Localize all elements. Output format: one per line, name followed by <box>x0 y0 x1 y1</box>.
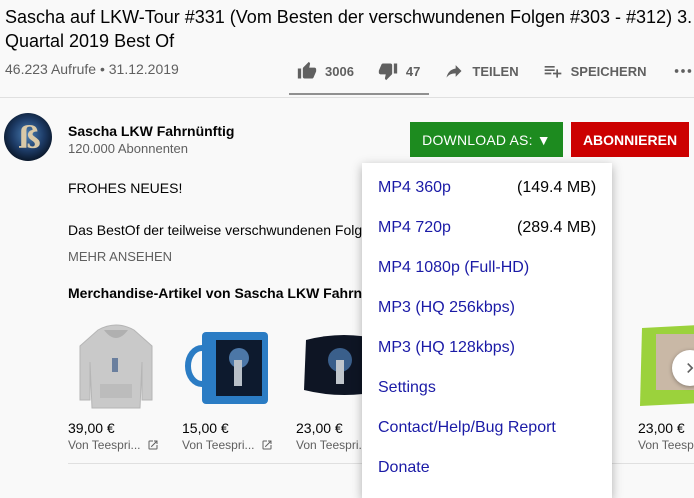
merch-vendor-label: Von Teespri... <box>296 438 369 452</box>
merch-item-hoodie[interactable]: 39,00 € Von Teespri... <box>68 316 164 452</box>
merch-vendor-label: Von Teespri... <box>182 438 255 452</box>
menu-item-mp3-128[interactable]: MP3 (HQ 128kbps) <box>378 339 515 357</box>
merch-shelf-title: Merchandise-Artikel von Sascha LKW Fahrn… <box>68 285 401 301</box>
share-label: TEILEN <box>472 63 519 79</box>
merch-item-mug[interactable]: 15,00 € Von Teespri... <box>182 316 278 452</box>
more-horiz-icon <box>675 69 692 73</box>
merch-price: 15,00 € <box>182 420 229 436</box>
like-button[interactable]: 3006 <box>297 61 354 81</box>
download-menu: MP4 360p (149.4 MB) MP4 720p (289.4 MB) … <box>362 163 612 498</box>
menu-item-mp3-256[interactable]: MP3 (HQ 256kbps) <box>378 299 515 317</box>
channel-avatar[interactable]: ß <box>4 113 52 161</box>
merch-vendor[interactable]: Von Teespri... <box>638 438 694 452</box>
external-link-icon <box>148 440 157 450</box>
chevron-right-icon <box>687 363 694 373</box>
menu-item-mp4-360p[interactable]: MP4 360p <box>378 179 451 197</box>
menu-item-donate[interactable]: Donate <box>378 459 430 477</box>
menu-item-contact-help[interactable]: Contact/Help/Bug Report <box>378 419 556 437</box>
subscribe-button[interactable]: ABONNIEREN <box>571 122 689 157</box>
menu-item-settings[interactable]: Settings <box>378 379 436 397</box>
share-button[interactable]: TEILEN <box>444 61 519 81</box>
merch-vendor[interactable]: Von Teespri... <box>68 438 159 452</box>
action-bar: 3006 47 TEILEN SPEICHERN <box>297 58 694 84</box>
description-line-1: FROHES NEUES! <box>68 180 183 196</box>
merch-price: 39,00 € <box>68 420 115 436</box>
menu-item-mp4-1080p[interactable]: MP4 1080p (Full-HD) <box>378 259 529 277</box>
save-button[interactable]: SPEICHERN <box>543 61 647 81</box>
share-arrow-icon <box>446 65 462 78</box>
external-link-icon <box>262 440 271 450</box>
merch-price: 23,00 € <box>296 420 343 436</box>
thumbs-down-icon <box>378 63 398 81</box>
views-and-date: 46.223 Aufrufe • 31.12.2019 <box>5 61 179 77</box>
subscriber-count: 120.000 Abonnenten <box>68 141 189 156</box>
video-title: Sascha auf LKW-Tour #331 (Vom Besten der… <box>5 7 693 51</box>
merch-vendor-label: Von Teespri... <box>68 438 141 452</box>
menu-item-mp4-720p[interactable]: MP4 720p <box>378 219 451 237</box>
show-more-link[interactable]: MEHR ANSEHEN <box>68 249 172 264</box>
more-actions-button[interactable] <box>672 60 694 82</box>
like-ratio-bar <box>289 93 429 95</box>
dislike-count: 47 <box>405 63 421 79</box>
hoodie-image <box>68 316 164 412</box>
playlist-add-icon <box>544 66 561 78</box>
section-divider <box>0 97 694 98</box>
file-size-mp4-360p: (149.4 MB) <box>517 179 597 196</box>
mug-image <box>182 316 278 412</box>
channel-name[interactable]: Sascha LKW Fahrnünftig <box>68 123 234 139</box>
description-line-2: Das BestOf der teilweise verschwundenen … <box>68 222 378 238</box>
file-size-mp4-720p: (289.4 MB) <box>517 219 597 236</box>
save-label: SPEICHERN <box>570 63 647 79</box>
merch-vendor[interactable]: Von Teespri... <box>296 438 369 452</box>
merch-price: 23,00 € <box>638 420 685 436</box>
dislike-button[interactable]: 47 <box>378 61 420 81</box>
thumbs-up-icon <box>297 61 317 79</box>
merch-vendor-label: Von Teespri... <box>638 438 694 452</box>
download-as-button[interactable]: DOWNLOAD AS: ▼ <box>410 122 563 157</box>
merch-vendor[interactable]: Von Teespri... <box>182 438 273 452</box>
like-count: 3006 <box>325 63 354 79</box>
